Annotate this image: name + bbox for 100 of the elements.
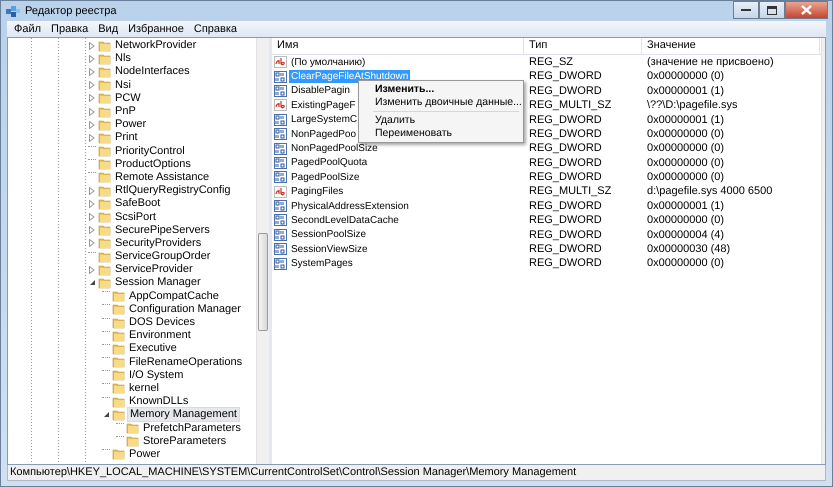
folder-icon <box>98 52 111 65</box>
tree-item[interactable]: RtlQueryRegistryConfig <box>113 184 233 198</box>
tree-item[interactable]: ServiceProvider <box>113 263 195 276</box>
tree-item[interactable]: Environment <box>127 329 193 342</box>
tree-item[interactable]: AppCompatCache <box>127 290 221 303</box>
value-type: REG_DWORD <box>528 256 603 272</box>
tree-item[interactable]: I/O System <box>127 368 186 382</box>
value-name[interactable]: PagedPoolSize <box>289 170 362 184</box>
menu-item[interactable]: Правка <box>46 20 94 38</box>
tree-item[interactable]: NodeInterfaces <box>113 65 192 78</box>
value-data: 0x00000000 (0) <box>646 213 724 228</box>
tree-item[interactable]: SecurePipeServers <box>113 224 212 237</box>
menu-item[interactable]: Справка <box>188 20 242 38</box>
scrollbar-thumb[interactable] <box>258 233 268 331</box>
minimize-button[interactable] <box>733 1 759 19</box>
tree-item[interactable]: StoreParameters <box>141 434 228 448</box>
value-name[interactable]: PhysicalAddressExtension <box>289 200 411 213</box>
column-header[interactable]: Значение <box>642 38 820 54</box>
value-name[interactable]: SecondLevelDataCache <box>289 214 401 227</box>
tree-item[interactable]: Power <box>113 118 148 132</box>
binary-value-icon <box>274 214 287 226</box>
binary-value-icon <box>274 84 287 97</box>
tree-item[interactable]: ScsiPort <box>113 210 158 224</box>
tree-item[interactable]: Power <box>127 448 162 461</box>
tree-item[interactable]: ServiceGroupOrder <box>113 250 212 264</box>
tree-item[interactable]: PriorityControl <box>113 144 187 158</box>
menu-item[interactable]: Изменить двоичные данные... <box>361 96 521 109</box>
value-name[interactable]: (По умолчанию) <box>289 56 368 69</box>
value-type: REG_DWORD <box>528 141 603 156</box>
binary-value-icon <box>274 128 287 140</box>
value-type: REG_MULTI_SZ <box>528 184 612 200</box>
tree-item[interactable]: Session Manager <box>113 276 203 290</box>
tree-item[interactable]: Nsi <box>113 78 133 92</box>
folder-icon <box>112 342 125 355</box>
registry-icon <box>5 4 21 18</box>
value-name[interactable]: SystemPages <box>289 257 355 270</box>
status-path: Компьютер\HKEY_LOCAL_MACHINE\SYSTEM\CurrentControlSet\Control\Session Manager\Memory Management <box>10 465 576 480</box>
value-name[interactable]: SessionPoolSize <box>289 228 368 242</box>
tree-item[interactable]: ProductOptions <box>113 158 193 171</box>
value-type: REG_DWORD <box>528 156 603 171</box>
column-header[interactable]: Тип <box>524 38 642 54</box>
value-name[interactable]: NonPagedPoolSize <box>289 142 380 156</box>
value-data: 0x00000001 (1) <box>646 198 724 214</box>
value-type: REG_DWORD <box>528 213 603 228</box>
value-type: REG_DWORD <box>528 198 603 214</box>
value-name[interactable]: LargeSystemC <box>289 113 360 126</box>
scrollbar[interactable] <box>256 38 269 464</box>
value-name[interactable]: SessionViewSize <box>289 242 370 256</box>
value-name[interactable]: PagedPoolQuota <box>289 156 370 170</box>
tree-item[interactable]: Remote Assistance <box>113 170 212 184</box>
binary-value-icon <box>274 70 287 83</box>
menu-item[interactable]: Файл <box>9 20 46 38</box>
menu-item[interactable]: Изменить... <box>361 83 521 96</box>
tree-item[interactable]: Memory Management <box>127 407 240 422</box>
tree-item[interactable]: KnownDLLs <box>127 395 190 408</box>
maximize-button[interactable] <box>759 1 785 19</box>
menu-item[interactable]: Удалить <box>361 114 521 127</box>
binary-value-icon <box>274 243 287 256</box>
folder-icon <box>98 264 111 276</box>
binary-value-icon <box>274 142 287 155</box>
tree-item[interactable]: Configuration Manager <box>127 302 243 316</box>
value-name[interactable]: DisablePagin <box>289 84 352 98</box>
tree-item[interactable]: PCW <box>113 92 143 105</box>
close-icon <box>801 5 812 15</box>
close-button[interactable] <box>785 1 828 19</box>
tree-item[interactable]: SecurityProviders <box>113 236 204 250</box>
window-title: Редактор реестра <box>25 4 117 19</box>
value-name[interactable]: PagingFiles <box>289 185 346 198</box>
maximize-icon <box>767 6 777 14</box>
scrollbar[interactable] <box>821 38 825 464</box>
tree-item[interactable]: kernel <box>127 382 161 395</box>
value-name[interactable]: NonPagedPoo <box>289 128 358 141</box>
tree-item[interactable]: Nls <box>113 52 133 66</box>
folder-icon <box>112 303 125 316</box>
minimize-icon <box>741 8 751 12</box>
folder-icon <box>112 369 125 382</box>
menu-item[interactable]: Переименовать <box>361 127 521 140</box>
value-type: REG_DWORD <box>528 242 603 258</box>
menu-item[interactable]: Избранное <box>123 20 189 38</box>
tree-item[interactable]: FileRenameOperations <box>127 356 244 369</box>
menu-item[interactable]: Вид <box>93 20 124 38</box>
binary-value-icon <box>274 258 287 270</box>
folder-icon <box>98 158 111 170</box>
tree-item[interactable]: DOS Devices <box>127 316 198 330</box>
folder-icon <box>98 198 111 210</box>
value-data: 0x00000030 (48) <box>646 242 730 258</box>
binary-value-icon <box>274 228 287 241</box>
tree-item[interactable]: Print <box>113 131 140 144</box>
column-header[interactable]: Имя <box>272 38 524 54</box>
tree-item[interactable]: PnP <box>113 105 138 118</box>
binary-value-icon <box>274 156 287 169</box>
value-type: REG_DWORD <box>528 84 603 99</box>
folder-icon <box>126 422 139 434</box>
folder-icon <box>98 237 111 250</box>
tree-item[interactable]: PrefetchParameters <box>141 422 243 435</box>
tree-item[interactable]: NetworkProvider <box>113 39 198 52</box>
value-data: 0x00000000 (0) <box>646 69 724 84</box>
tree-item[interactable]: SafeBoot <box>113 197 162 210</box>
tree-item[interactable]: Executive <box>127 342 179 356</box>
value-name[interactable]: ExistingPageF <box>289 98 358 112</box>
